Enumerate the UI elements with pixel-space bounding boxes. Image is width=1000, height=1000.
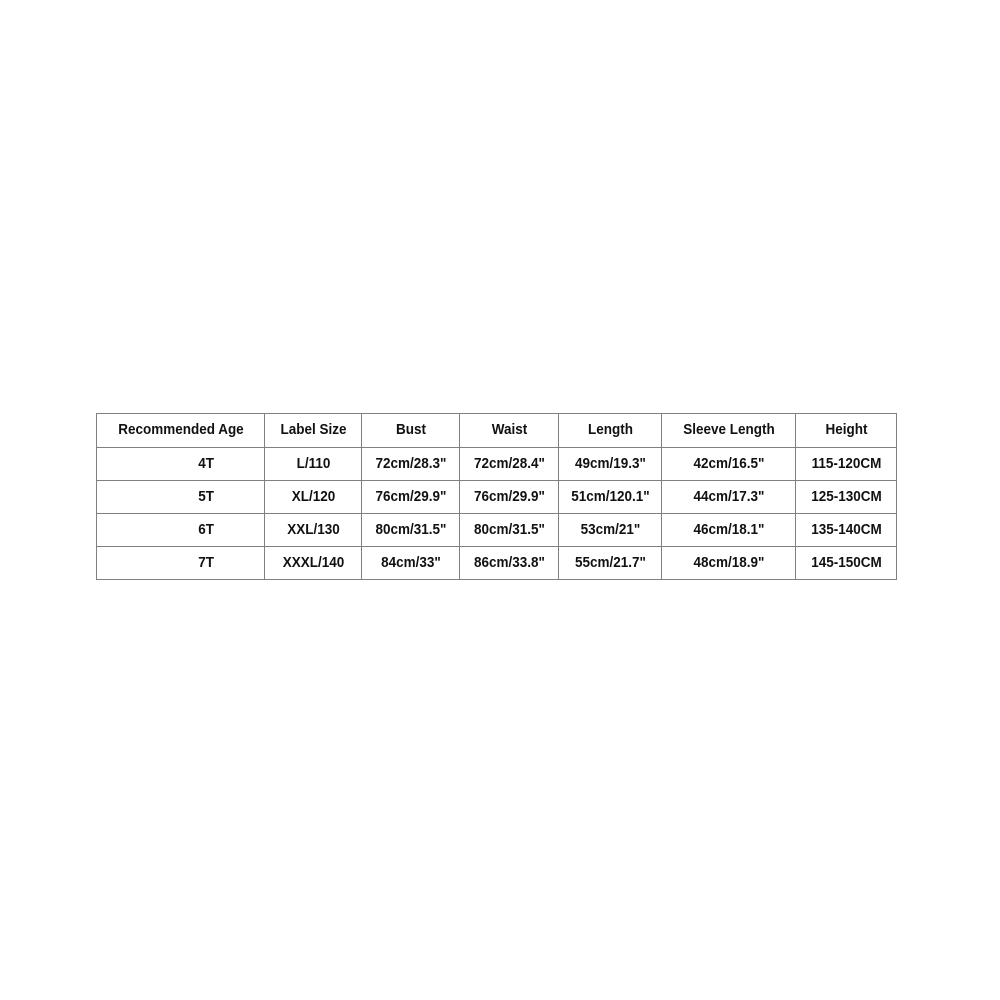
cell-recommended-age: 4T (101, 447, 260, 481)
cell-length: 49cm/19.3" (561, 447, 659, 481)
cell-label-size: XXXL/140 (267, 546, 359, 580)
table-row: 5T XL/120 76cm/29.9" 76cm/29.9" 51cm/120… (97, 480, 897, 514)
column-header-height: Height (798, 413, 894, 448)
cell-bust: 72cm/28.3" (364, 447, 457, 481)
cell-recommended-age: 7T (101, 546, 260, 580)
size-chart-header: Recommended Age Label Size Bust Waist Le… (97, 413, 897, 448)
cell-label-size: L/110 (267, 447, 359, 481)
column-header-bust: Bust (364, 413, 457, 448)
cell-sleeve-length: 48cm/18.9" (665, 546, 792, 580)
cell-sleeve-length: 42cm/16.5" (665, 447, 792, 481)
cell-waist: 76cm/29.9" (462, 480, 556, 514)
cell-sleeve-length: 44cm/17.3" (665, 480, 792, 514)
cell-sleeve-length: 46cm/18.1" (665, 513, 792, 547)
cell-height: 145-150CM (798, 546, 894, 580)
column-header-length: Length (561, 413, 659, 448)
cell-height: 135-140CM (798, 513, 894, 547)
cell-bust: 76cm/29.9" (364, 480, 457, 514)
table-row: 6T XXL/130 80cm/31.5" 80cm/31.5" 53cm/21… (97, 513, 897, 547)
column-header-sleeve-length: Sleeve Length (665, 413, 792, 448)
cell-waist: 72cm/28.4" (462, 447, 556, 481)
size-chart-table: Recommended Age Label Size Bust Waist Le… (96, 413, 897, 580)
cell-length: 53cm/21" (561, 513, 659, 547)
cell-label-size: XL/120 (267, 480, 359, 514)
cell-bust: 84cm/33" (364, 546, 457, 580)
cell-waist: 86cm/33.8" (462, 546, 556, 580)
table-row: 4T L/110 72cm/28.3" 72cm/28.4" 49cm/19.3… (97, 447, 897, 481)
cell-bust: 80cm/31.5" (364, 513, 457, 547)
column-header-recommended-age: Recommended Age (101, 413, 260, 448)
size-chart-body: 4T L/110 72cm/28.3" 72cm/28.4" 49cm/19.3… (97, 447, 897, 580)
cell-height: 115-120CM (798, 447, 894, 481)
cell-recommended-age: 6T (101, 513, 260, 547)
cell-label-size: XXL/130 (267, 513, 359, 547)
column-header-label-size: Label Size (267, 413, 359, 448)
cell-length: 55cm/21.7" (561, 546, 659, 580)
cell-length: 51cm/120.1" (561, 480, 659, 514)
cell-waist: 80cm/31.5" (462, 513, 556, 547)
cell-recommended-age: 5T (101, 480, 260, 514)
table-header-row: Recommended Age Label Size Bust Waist Le… (97, 413, 897, 448)
column-header-waist: Waist (462, 413, 556, 448)
cell-height: 125-130CM (798, 480, 894, 514)
table-row: 7T XXXL/140 84cm/33" 86cm/33.8" 55cm/21.… (97, 546, 897, 580)
